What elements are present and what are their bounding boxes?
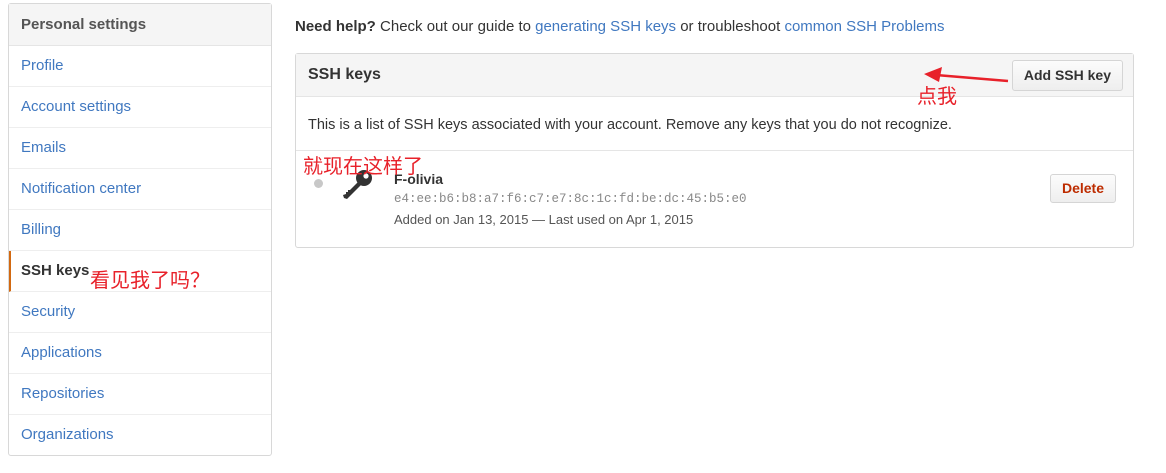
page: Personal settings Profile Account settin… (0, 0, 1166, 473)
ssh-key-fingerprint: e4:ee:b6:b8:a7:f6:c7:e7:8c:1c:fd:be:dc:4… (394, 192, 747, 206)
sidebar-item-account-settings[interactable]: Account settings (9, 87, 271, 128)
sidebar-item-profile[interactable]: Profile (9, 46, 271, 87)
arrow-left-icon (924, 67, 1009, 83)
sidebar-item-billing[interactable]: Billing (9, 210, 271, 251)
sidebar-item-repositories[interactable]: Repositories (9, 374, 271, 415)
sidebar-header: Personal settings (9, 4, 271, 46)
panel-title: SSH keys (308, 66, 381, 83)
annotation-see-me: 看见我了吗？ (90, 268, 210, 292)
generating-ssh-keys-link[interactable]: generating SSH keys (535, 18, 676, 35)
sidebar-item-organizations[interactable]: Organizations (9, 415, 271, 455)
sidebar-item-emails[interactable]: Emails (9, 128, 271, 169)
ssh-key-meta: Added on Jan 13, 2015 — Last used on Apr… (394, 212, 694, 227)
help-text-2: or troubleshoot (676, 18, 785, 35)
help-text: Need help? Check out our guide to genera… (295, 18, 945, 35)
settings-sidebar: Personal settings Profile Account settin… (8, 3, 272, 456)
status-dot-icon (314, 179, 323, 188)
panel-description: This is a list of SSH keys associated wi… (296, 97, 1133, 151)
common-ssh-problems-link[interactable]: common SSH Problems (784, 18, 944, 35)
delete-key-button[interactable]: Delete (1049, 174, 1116, 203)
help-text-1: Check out our guide to (375, 18, 536, 35)
sidebar-item-applications[interactable]: Applications (9, 333, 271, 374)
annotation-like-this: 就现在这样了 (303, 154, 423, 178)
sidebar-item-notification-center[interactable]: Notification center (9, 169, 271, 210)
sidebar-item-security[interactable]: Security (9, 292, 271, 333)
help-prefix: Need help? (295, 18, 376, 35)
add-ssh-key-button[interactable]: Add SSH key (1011, 60, 1123, 91)
